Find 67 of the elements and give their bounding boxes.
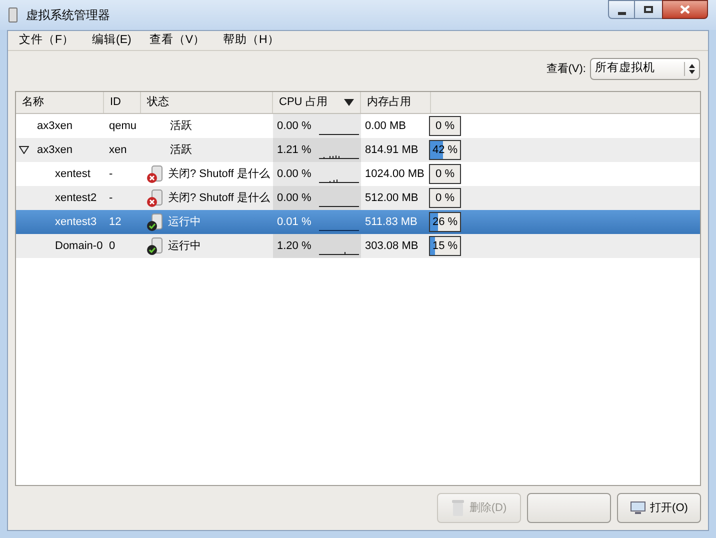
table-row[interactable]: xentest2 - 关闭? Shutoff 是什么 0.00 % 512.00 MB 0 % <box>16 186 700 210</box>
vm-name: ax3xen <box>37 142 72 158</box>
memory-usage: 511.83 MB <box>364 214 418 230</box>
monitor-icon <box>630 501 646 515</box>
vm-id: - <box>108 166 114 182</box>
vm-name: xentest <box>55 166 90 182</box>
memory-percent: 0 % <box>434 119 456 134</box>
cpu-sparkline <box>319 155 359 159</box>
vm-name: xentest3 <box>55 214 97 230</box>
cpu-sparkline <box>319 203 359 207</box>
cpu-sparkline <box>319 131 359 135</box>
cpu-usage: 0.00 % <box>276 190 312 206</box>
vm-status: 活跃 <box>170 118 192 134</box>
vm-status: 活跃 <box>170 142 192 158</box>
view-filter-label: 查看(V): <box>546 62 586 77</box>
memory-usage: 512.00 MB <box>364 190 420 206</box>
menu-item[interactable]: 编辑(E) <box>83 32 140 50</box>
minimize-button[interactable] <box>608 0 635 19</box>
menu-item[interactable]: 帮助（H） <box>214 32 288 50</box>
running-server-icon <box>145 212 165 232</box>
column-header[interactable]: 状态 <box>141 92 273 113</box>
maximize-button[interactable] <box>635 0 662 19</box>
vm-status: 运行中 <box>168 238 201 254</box>
vm-name: xentest2 <box>55 190 97 206</box>
vm-status: 运行中 <box>168 214 201 230</box>
app-icon <box>8 7 18 23</box>
column-header[interactable]: 名称 <box>16 92 104 113</box>
column-header[interactable]: 内存占用 <box>361 92 431 113</box>
cpu-sparkline <box>319 179 359 183</box>
blank-button[interactable] <box>527 493 611 523</box>
cpu-usage: 1.21 % <box>276 142 312 158</box>
stopped-server-icon <box>145 188 165 208</box>
expanded-triangle-icon[interactable] <box>19 146 29 154</box>
window-title: 虚拟系统管理器 <box>26 7 111 24</box>
vm-name: ax3xen <box>37 118 72 134</box>
sort-descending-icon <box>344 99 354 106</box>
open-button[interactable]: 打开(O) <box>617 493 701 523</box>
close-icon <box>680 5 690 14</box>
cpu-usage: 0.01 % <box>276 214 312 230</box>
stopped-server-icon <box>145 164 165 184</box>
vm-id: qemu <box>108 118 138 134</box>
vm-status: 关闭? Shutoff 是什么 <box>168 190 270 206</box>
running-server-icon <box>145 236 165 256</box>
memory-usage: 814.91 MB <box>364 142 420 158</box>
cpu-sparkline <box>319 251 359 255</box>
vm-name: Domain-0 <box>55 238 103 254</box>
column-header[interactable]: ID <box>104 92 141 113</box>
menu-item[interactable]: 查看（V） <box>140 32 214 50</box>
memory-percent: 0 % <box>434 167 456 182</box>
close-button[interactable] <box>662 0 708 19</box>
vm-id: xen <box>108 142 128 158</box>
vm-id: - <box>108 190 114 206</box>
memory-usage: 1024.00 MB <box>364 166 426 182</box>
cpu-usage: 0.00 % <box>276 118 312 134</box>
memory-percent: 0 % <box>434 191 456 206</box>
vm-id: 0 <box>108 238 116 254</box>
trash-can-icon <box>451 499 466 517</box>
memory-usage: 303.08 MB <box>364 238 420 254</box>
menu-item[interactable]: 文件（F） <box>10 32 84 50</box>
view-filter-dropdown[interactable]: 所有虚拟机 <box>590 58 700 80</box>
column-header[interactable]: CPU 占用 <box>273 92 361 113</box>
vm-status: 关闭? Shutoff 是什么 <box>168 166 270 182</box>
memory-usage: 0.00 MB <box>364 118 407 134</box>
cpu-usage: 0.00 % <box>276 166 312 182</box>
cpu-sparkline <box>319 227 359 231</box>
cpu-usage: 1.20 % <box>276 238 312 254</box>
vm-id: 12 <box>108 214 122 230</box>
